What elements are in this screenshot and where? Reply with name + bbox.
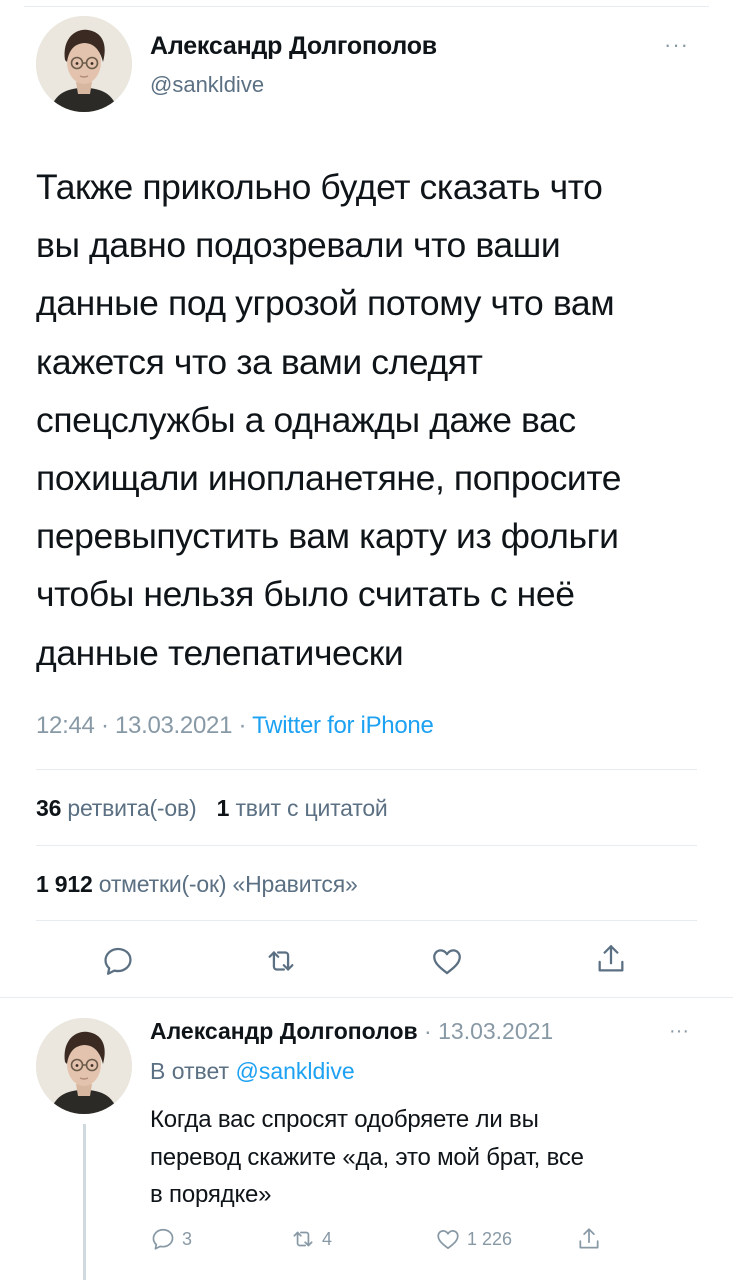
- reply-retweet-count: 4: [322, 1228, 333, 1249]
- divider: [36, 769, 697, 770]
- retweet-icon: [290, 1226, 316, 1252]
- reply-reply-count: 3: [182, 1228, 193, 1249]
- like-icon: [435, 1226, 461, 1252]
- tweet-source-link[interactable]: Twitter for iPhone: [252, 712, 434, 739]
- likes-stats[interactable]: 1 912 отметки(-ок) «Нравится»: [36, 871, 358, 898]
- like-icon[interactable]: [430, 944, 464, 978]
- reply-header: Александр Долгополов · 13.03.2021: [150, 1018, 553, 1045]
- likes-count: 1 912: [36, 871, 93, 897]
- reply-icon[interactable]: [101, 944, 135, 978]
- tweet-time[interactable]: 12:44: [36, 712, 95, 739]
- author-name[interactable]: Александр Долгополов: [150, 32, 437, 61]
- retweet-stats[interactable]: 36 ретвита(-ов) 1 твит с цитатой: [36, 795, 388, 822]
- avatar-portrait-icon: [36, 1018, 132, 1114]
- share-icon: [576, 1226, 602, 1252]
- meta-separator: ·: [238, 712, 253, 739]
- avatar-portrait-icon: [36, 16, 132, 112]
- reply-author-avatar[interactable]: [36, 1018, 132, 1114]
- section-divider: [0, 997, 733, 998]
- retweets-count: 36: [36, 795, 62, 821]
- thread-connector-line: [83, 1124, 86, 1280]
- likes-label: отметки(-ок) «Нравится»: [98, 871, 358, 897]
- reply-date[interactable]: 13.03.2021: [438, 1018, 553, 1044]
- divider: [36, 845, 697, 846]
- quotes-count: 1: [216, 795, 230, 821]
- reply-icon: [150, 1226, 176, 1252]
- top-divider: [24, 6, 709, 7]
- reply-like-count: 1 226: [467, 1228, 513, 1249]
- tweet-detail-page: Александр Долгополов @sankldive ··· Такж…: [0, 0, 733, 1280]
- reply-share-button[interactable]: [576, 1226, 608, 1252]
- reply-author-name[interactable]: Александр Долгополов: [150, 1018, 418, 1044]
- retweets-label: ретвита(-ов): [67, 795, 197, 821]
- reply-retweet-button[interactable]: 4: [290, 1226, 332, 1252]
- author-avatar[interactable]: [36, 16, 132, 112]
- meta-separator: ·: [100, 712, 115, 739]
- more-icon[interactable]: ···: [664, 34, 689, 56]
- reply-more-icon[interactable]: ···: [669, 1021, 689, 1041]
- reply-date-separator: ·: [417, 1018, 439, 1044]
- retweet-icon[interactable]: [264, 944, 298, 978]
- tweet-text: Также прикольно будет сказать что вы дав…: [36, 167, 622, 673]
- reply-to-line: В ответ @sankldive: [150, 1058, 355, 1085]
- reply-reply-button[interactable]: 3: [150, 1226, 192, 1252]
- tweet-date[interactable]: 13.03.2021: [115, 712, 232, 739]
- author-handle[interactable]: @sankldive: [150, 72, 264, 98]
- tweet-meta: 12:44 · 13.03.2021 · Twitter for iPhone: [36, 712, 434, 740]
- divider: [36, 920, 697, 921]
- reply-to-handle[interactable]: @sankldive: [235, 1058, 354, 1084]
- quotes-label: твит с цитатой: [235, 795, 388, 821]
- reply-to-label: В ответ: [150, 1058, 230, 1084]
- share-icon[interactable]: [594, 942, 628, 976]
- reply-like-button[interactable]: 1 226: [435, 1226, 512, 1252]
- reply-text: Когда вас спросят одобряете ли вы перево…: [150, 1106, 584, 1208]
